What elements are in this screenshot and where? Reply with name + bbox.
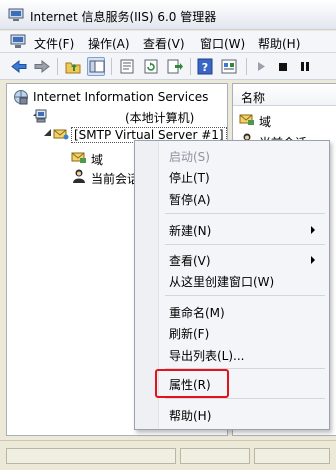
menu-separator xyxy=(165,244,325,245)
title-bar: Internet 信息服务(IIS) 6.0 管理器 xyxy=(0,0,336,30)
status-segment xyxy=(254,448,330,464)
domains-icon xyxy=(239,112,255,129)
tree-item-domains[interactable]: 域 xyxy=(91,151,103,168)
submenu-arrow-icon xyxy=(311,256,315,264)
submenu-arrow-icon xyxy=(311,226,315,234)
svg-text:?: ? xyxy=(202,61,208,74)
smtp-server-icon xyxy=(53,127,69,144)
properties-icon[interactable] xyxy=(118,58,136,75)
show-tree-icon[interactable] xyxy=(87,57,105,76)
collapse-expander-icon[interactable] xyxy=(43,127,53,141)
status-segment xyxy=(6,448,176,464)
status-segment xyxy=(180,448,250,464)
menu-item-view[interactable]: 查看(V) xyxy=(169,252,211,269)
menu-item-rename[interactable]: 重命名(M) xyxy=(169,304,225,321)
menu-item-refresh[interactable]: 刷新(F) xyxy=(169,325,209,342)
back-icon[interactable] xyxy=(10,58,28,75)
domains-icon xyxy=(71,150,87,167)
tree-item-local-computer[interactable]: (本地计算机) xyxy=(125,109,194,126)
menu-item-export-list[interactable]: 导出列表(L)... xyxy=(169,347,245,364)
column-header-label: 名称 xyxy=(241,91,266,105)
toolbar-separator xyxy=(57,58,58,75)
toolbar: ? xyxy=(0,53,336,80)
mmc-icon[interactable] xyxy=(220,58,238,75)
menu-item-start[interactable]: 启动(S) xyxy=(169,148,210,165)
up-folder-icon[interactable] xyxy=(64,58,82,75)
forward-icon[interactable] xyxy=(33,58,51,75)
user-session-icon xyxy=(71,168,87,187)
menu-separator xyxy=(165,295,325,296)
menu-help[interactable]: 帮助(H) xyxy=(258,35,300,52)
menu-item-new-window[interactable]: 从这里创建窗口(W) xyxy=(169,273,274,290)
system-menu-icon[interactable] xyxy=(10,34,26,49)
toolbar-separator xyxy=(190,58,191,75)
menu-item-stop[interactable]: 停止(T) xyxy=(169,169,210,186)
play-icon[interactable] xyxy=(252,58,270,75)
column-header-name[interactable]: 名称 xyxy=(233,84,336,106)
toolbar-separator xyxy=(111,58,112,75)
menu-item-pause[interactable]: 暂停(A) xyxy=(169,191,211,208)
status-bar xyxy=(0,440,336,470)
toolbar-separator xyxy=(246,58,247,75)
window-title: Internet 信息服务(IIS) 6.0 管理器 xyxy=(30,10,217,24)
menu-action[interactable]: 操作(A) xyxy=(88,35,130,52)
menu-file[interactable]: 文件(F) xyxy=(34,35,74,52)
export-icon[interactable] xyxy=(166,58,184,75)
computer-icon xyxy=(33,108,49,127)
list-item[interactable]: 域 xyxy=(259,113,271,130)
menu-bar: 文件(F) 操作(A) 查看(V) 窗口(W) 帮助(H) xyxy=(0,31,336,53)
tree-item-iis-root[interactable]: Internet Information Services xyxy=(33,90,208,104)
iis-globe-icon xyxy=(13,89,29,108)
pause-icon[interactable] xyxy=(296,58,314,75)
help-icon[interactable]: ? xyxy=(196,58,214,75)
menu-item-new[interactable]: 新建(N) xyxy=(169,222,211,239)
stop-icon[interactable] xyxy=(274,58,292,75)
menu-item-help[interactable]: 帮助(H) xyxy=(169,407,211,424)
iis-app-icon xyxy=(8,8,24,22)
menu-window[interactable]: 窗口(W) xyxy=(200,35,245,52)
refresh-icon[interactable] xyxy=(142,58,160,75)
menu-separator xyxy=(165,213,325,214)
menu-view[interactable]: 查看(V) xyxy=(143,35,185,52)
tree-item-current-sessions[interactable]: 当前会话 xyxy=(91,170,139,187)
properties-highlight-box xyxy=(155,369,229,398)
menu-separator xyxy=(165,398,325,399)
